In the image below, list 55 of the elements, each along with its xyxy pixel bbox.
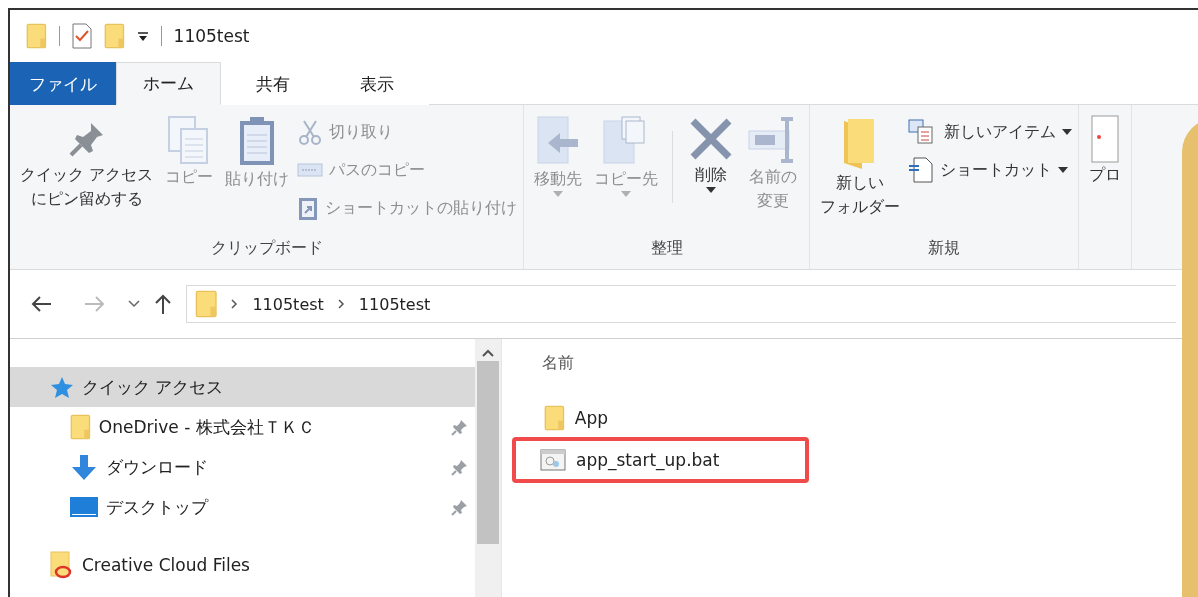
caret-icon [1062,129,1073,135]
back-icon[interactable] [30,295,52,313]
scrollbar[interactable] [475,339,501,597]
chevron-icon[interactable] [128,300,140,308]
ribbon-button[interactable]: プロ [1085,111,1126,269]
address-bar[interactable]: 1105test 1105test [186,285,1176,323]
window-title: 1105test [173,26,250,46]
up-icon[interactable] [154,293,172,315]
checklist-icon [71,23,92,49]
ribbon-button[interactable]: 新しいアイテム [908,115,1073,149]
breadcrumb[interactable]: 1105test [252,294,324,314]
desktop-icon [70,497,98,517]
ribbon-tab[interactable]: ファイル [10,62,116,105]
folder-icon [544,405,565,431]
dropdown-icon [136,30,149,42]
ribbon-tab[interactable]: ホーム [116,62,221,105]
nav-item[interactable]: デスクトップ [10,487,475,527]
caret-icon [621,191,632,197]
star-icon [50,376,74,398]
move-icon [536,115,581,167]
path-icon [297,162,324,178]
caret-icon [1058,167,1069,173]
up-icon [482,349,494,357]
folder-icon [195,290,218,318]
nav-item[interactable]: Creative Cloud Files [10,545,475,585]
download-icon [70,453,98,481]
caret-icon [706,187,717,193]
nav-item[interactable]: クイック アクセス [10,367,475,407]
file-name: app_start_up.bat [576,450,720,470]
group-label: 新規 [927,237,962,259]
clipboard-icon [297,195,320,221]
ribbon-button[interactable]: クイック アクセス にピン留めする [16,111,158,233]
highlighted-file-row[interactable]: app_start_up.bat [512,437,809,483]
ribbon-button[interactable]: 新しい フォルダー [816,111,905,233]
file-row[interactable]: App [516,399,809,437]
batch-file-icon [540,449,566,471]
shortcut-icon [908,156,935,184]
group-label: クリップボード [209,237,324,259]
chevron-icon [337,299,345,309]
folder-icon [103,23,125,49]
nav-item[interactable]: OneDrive - 株式会社ＴＫＣ [10,407,475,447]
folder-icon [26,23,47,49]
column-header[interactable]: 名前 [542,351,574,375]
scissors-icon [297,119,324,145]
properties-icon [1091,115,1120,163]
folder-icon [70,414,91,440]
group-label: 整理 [649,237,684,259]
folder-icon [50,551,74,579]
caret-icon [553,191,564,197]
file-name: App [574,408,608,428]
breadcrumb[interactable]: 1105test [358,294,431,314]
ribbon-button[interactable]: 削除 [683,111,740,233]
chevron-icon [231,299,239,309]
ribbon-button[interactable]: ショートカット [908,153,1073,187]
nav-item[interactable]: ダウンロード [10,447,475,487]
